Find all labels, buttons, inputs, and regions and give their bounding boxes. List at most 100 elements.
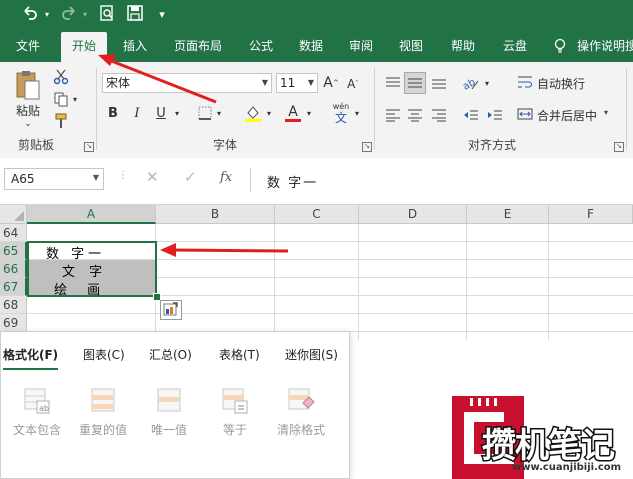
qa-tab-formatting[interactable]: 格式化(F) (3, 346, 59, 370)
merge-center-button[interactable]: 合并后居中 (537, 107, 597, 124)
enter-icon[interactable]: ✓ (184, 168, 197, 186)
phonetic-guide-button[interactable]: wén 文 (330, 100, 352, 126)
align-right-icon[interactable] (428, 104, 450, 126)
qa-tab-tables[interactable]: 表格(T) (219, 346, 260, 363)
tab-review[interactable]: 审阅 (340, 30, 382, 62)
fill-color-dropdown-icon[interactable]: ▾ (264, 106, 274, 120)
format-painter-icon[interactable] (52, 112, 70, 130)
paste-button[interactable]: 粘贴 (10, 102, 46, 118)
cell-a67[interactable]: 绘 画 (54, 279, 108, 298)
font-launcher-icon[interactable]: ↘ (362, 142, 372, 152)
quick-analysis-icon[interactable] (160, 300, 182, 320)
qa-clear-format[interactable]: 清除格式 (271, 387, 331, 438)
font-name-select[interactable]: 宋体 ▼ (102, 73, 272, 93)
paste-icon[interactable] (12, 68, 44, 102)
group-divider (374, 68, 375, 150)
borders-icon[interactable] (196, 104, 214, 122)
tab-help[interactable]: 帮助 (442, 30, 484, 62)
underline-button[interactable]: U (152, 104, 170, 122)
tell-me-search[interactable]: 操作说明搜 (577, 30, 633, 62)
tab-data[interactable]: 数据 (290, 30, 332, 62)
qa-duplicate-values[interactable]: 重复的值 (73, 387, 133, 438)
undo-icon[interactable] (18, 4, 42, 26)
formula-input[interactable]: 数 字一 (250, 168, 633, 192)
orientation-dropdown-icon[interactable]: ▾ (482, 76, 492, 90)
underline-dropdown-icon[interactable]: ▾ (172, 106, 182, 120)
redo-icon[interactable] (58, 4, 80, 26)
column-header-d[interactable]: D (359, 205, 467, 224)
row-header-67[interactable]: 67 (0, 278, 27, 296)
font-group-label: 字体 (213, 138, 238, 152)
column-header-e[interactable]: E (467, 205, 549, 224)
copy-icon[interactable] (52, 90, 70, 108)
align-bottom-icon[interactable] (428, 72, 450, 94)
column-header-a[interactable]: A (27, 205, 156, 224)
orientation-icon[interactable]: ab (460, 72, 482, 94)
align-left-icon[interactable] (382, 104, 404, 126)
bold-button[interactable]: B (104, 104, 122, 122)
name-box[interactable]: A65 ▼ (4, 168, 104, 190)
qa-equal-to[interactable]: 等于 (205, 387, 265, 438)
tab-page-layout[interactable]: 页面布局 (164, 30, 232, 62)
cancel-icon[interactable]: ✕ (146, 168, 159, 186)
phonetic-dropdown-icon[interactable]: ▾ (352, 106, 362, 120)
borders-dropdown-icon[interactable]: ▾ (214, 106, 224, 120)
grow-font-button[interactable]: A ^ (322, 74, 340, 92)
tab-insert[interactable]: 插入 (114, 30, 156, 62)
alignment-group-label: 对齐方式 (468, 138, 517, 152)
align-center-icon[interactable] (404, 104, 426, 126)
qa-tab-totals[interactable]: 汇总(O) (149, 346, 192, 363)
row-header-65[interactable]: 65 (0, 242, 27, 260)
row-header-69[interactable]: 69 (0, 314, 27, 332)
qa-unique-values[interactable]: 唯一值 (139, 387, 199, 438)
insert-function-icon[interactable]: fx (220, 170, 232, 185)
merge-dropdown-icon[interactable]: ▾ (604, 108, 608, 117)
column-header-c[interactable]: C (275, 205, 359, 224)
lightbulb-icon[interactable] (553, 30, 567, 62)
wrap-text-button[interactable]: 自动换行 (537, 75, 585, 92)
increase-indent-icon[interactable] (484, 104, 506, 126)
shrink-font-button[interactable]: Aˇ (344, 75, 362, 93)
row-header-68[interactable]: 68 (0, 296, 27, 314)
row-header-64[interactable]: 64 (0, 224, 27, 242)
clipboard-group-label: 剪贴板 (18, 138, 55, 152)
tab-file[interactable]: 文件 (6, 30, 50, 62)
align-middle-icon[interactable] (404, 72, 426, 94)
column-header-b[interactable]: B (156, 205, 275, 224)
font-color-button[interactable]: A (282, 102, 304, 124)
tab-cloud[interactable]: 云盘 (494, 30, 536, 62)
logo-title: 攒机笔记 (481, 425, 617, 468)
redo-dropdown-icon[interactable]: ▾ (80, 4, 90, 26)
column-header-f[interactable]: F (549, 205, 633, 224)
qa-text-contains[interactable]: ab 文本包含 (7, 387, 67, 438)
customize-qat-icon[interactable]: ▾ (154, 4, 170, 26)
tab-view[interactable]: 视图 (390, 30, 432, 62)
italic-button[interactable]: I (128, 104, 146, 122)
text-contains-icon: ab (23, 387, 51, 415)
cell-a66[interactable]: 文 字 (62, 261, 107, 280)
decrease-indent-icon[interactable] (460, 104, 482, 126)
select-all-corner[interactable] (0, 205, 27, 224)
row-header-66[interactable]: 66 (0, 260, 27, 278)
paste-dropdown-icon[interactable]: ⌄ (22, 118, 34, 130)
font-color-dropdown-icon[interactable]: ▾ (304, 106, 314, 120)
qa-equal-to-label: 等于 (222, 423, 247, 437)
wrap-text-icon[interactable] (516, 73, 534, 91)
group-divider (96, 68, 97, 150)
tab-formulas[interactable]: 公式 (240, 30, 282, 62)
print-preview-icon[interactable] (96, 4, 118, 26)
tab-home[interactable]: 开始 (61, 32, 107, 62)
qa-tab-charts[interactable]: 图表(C) (83, 346, 125, 363)
font-size-select[interactable]: 11 ▼ (276, 73, 318, 93)
cut-icon[interactable] (52, 68, 70, 86)
alignment-launcher-icon[interactable]: ↘ (614, 142, 624, 152)
cell-a65[interactable]: 数 字一 (46, 243, 105, 262)
merge-center-icon[interactable] (516, 105, 534, 123)
align-top-icon[interactable] (382, 72, 404, 94)
undo-dropdown-icon[interactable]: ▾ (42, 4, 52, 26)
save-icon[interactable] (124, 4, 146, 26)
fill-color-icon[interactable] (242, 102, 264, 124)
clipboard-launcher-icon[interactable]: ↘ (84, 142, 94, 152)
qa-tab-sparklines[interactable]: 迷你图(S) (285, 346, 338, 363)
copy-dropdown-icon[interactable]: ▾ (70, 94, 80, 104)
